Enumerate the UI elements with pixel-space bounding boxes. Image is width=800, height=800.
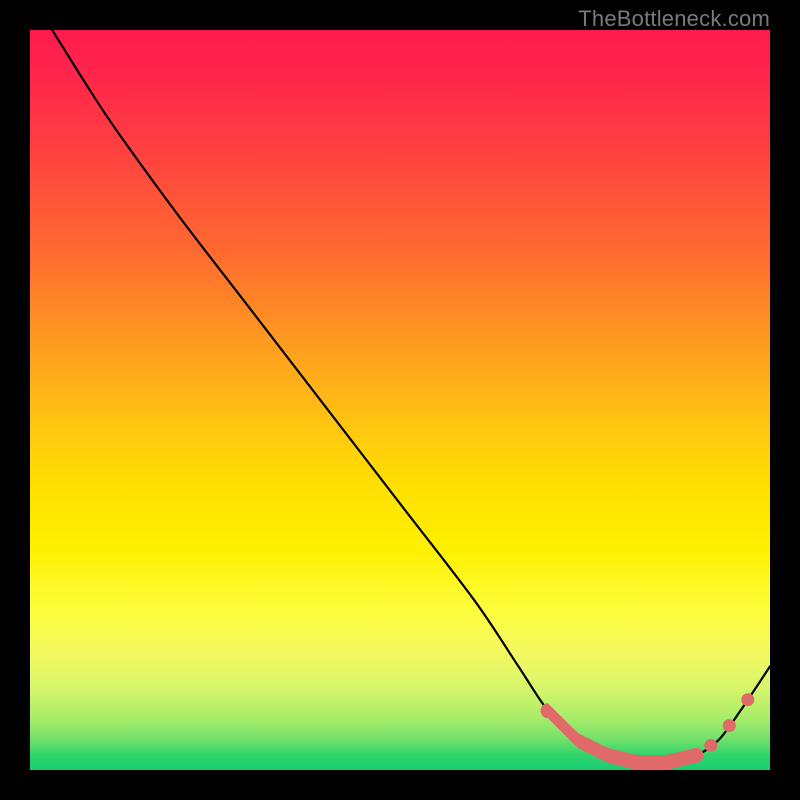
highlight-dot [723,719,736,732]
chart-plot-area [30,30,770,770]
watermark-text: TheBottleneck.com [578,6,770,32]
highlight-dot [741,693,754,706]
highlight-flat-region [541,703,704,770]
curve-svg [30,30,770,770]
bottleneck-curve-path [52,30,770,764]
highlight-dot [704,739,717,752]
chart-frame: TheBottleneck.com [0,0,800,800]
highlight-uptick-dots [704,693,754,752]
highlight-flat-pill [541,703,704,770]
